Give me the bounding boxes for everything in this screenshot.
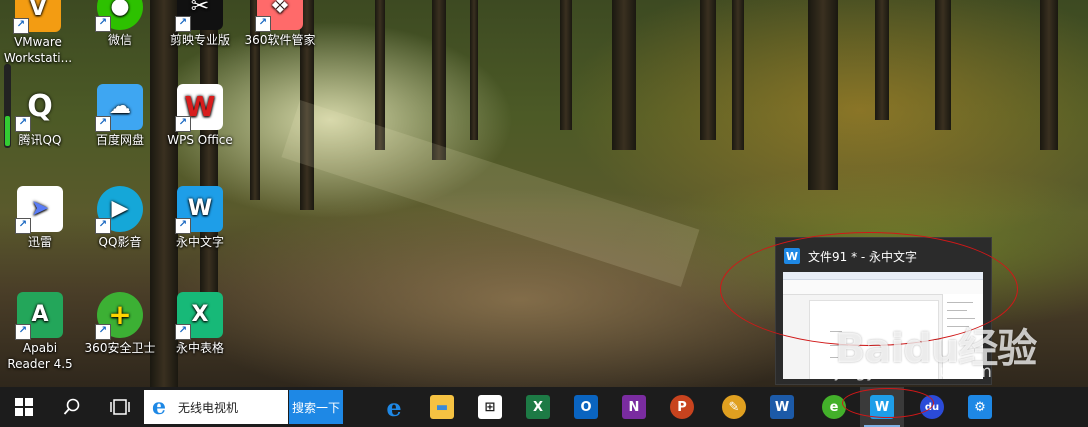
desktop-icon-label: 腾讯QQ <box>18 133 62 147</box>
search-icon <box>63 398 80 415</box>
taskbar-app-outlook[interactable]: O <box>564 387 608 427</box>
edge-icon: e <box>386 392 402 422</box>
desktop-icon-label: 永中表格 <box>175 341 224 355</box>
taskbar-app-store[interactable]: ⊞ <box>468 387 512 427</box>
desktop-icon-label: 微信 <box>107 33 132 47</box>
yozo-writer-icon: W ↗ <box>175 186 223 234</box>
desktop-icon-label: QQ影音 <box>98 235 142 249</box>
taskbar-app-powerpoint[interactable]: P <box>660 387 704 427</box>
taskbar-app-onenote[interactable]: N <box>612 387 656 427</box>
paint-palette-icon: ✎ <box>722 395 746 419</box>
desktop-icon-label: 百度网盘 <box>95 133 144 147</box>
desktop-icon-label: VMware Workstati... <box>3 35 73 65</box>
taskbar-app-settings[interactable]: ⚙ <box>958 387 1002 427</box>
vmware-icon: V ↗ <box>13 0 61 34</box>
highlight-ellipse-taskbar <box>842 388 934 418</box>
desktop-icon-qq-player[interactable]: ▶ ↗ QQ影音 <box>84 186 156 250</box>
desktop-icon-360-software-manager[interactable]: ❖ ↗ 360软件管家 <box>244 0 316 48</box>
excel-icon: X <box>526 395 550 419</box>
desktop-icon-wps-office[interactable]: W ↗ WPS Office <box>164 84 236 148</box>
desktop-icon-label: 360安全卫士 <box>84 341 156 355</box>
360-security-icon: + ↗ <box>95 292 143 340</box>
folder-icon: ▬ <box>430 395 454 419</box>
desktop-icon-wechat[interactable]: ● ↗ 微信 <box>84 0 156 48</box>
watermark-url: jingyan.baidu.com <box>835 362 992 382</box>
wechat-icon: ● ↗ <box>95 0 143 32</box>
apabi-reader-icon: A ↗ <box>15 292 63 340</box>
taskbar-app-edge[interactable]: e <box>372 387 416 427</box>
desktop-icon-360-security[interactable]: + ↗ 360安全卫士 <box>84 292 156 356</box>
desktop-icon-qq[interactable]: Q ↗ 腾讯QQ <box>4 84 76 148</box>
gear-icon: ⚙ <box>968 395 992 419</box>
desktop-icon-label: 剪映专业版 <box>169 33 230 47</box>
powerpoint-icon: P <box>670 395 694 419</box>
search-submit-button[interactable]: 搜索一下 <box>289 390 343 424</box>
ie-browser-icon: e <box>152 394 166 420</box>
desktop-icon-label: 永中文字 <box>175 235 224 249</box>
360-software-manager-icon: ❖ ↗ <box>255 0 303 32</box>
desktop-icon-jianying[interactable]: ✂ ↗ 剪映专业版 <box>164 0 236 48</box>
outlook-icon: O <box>574 395 598 419</box>
desktop-icon-vmware[interactable]: V ↗ VMware Workstati... <box>2 0 74 66</box>
taskbar-app-paint[interactable]: ✎ <box>712 387 756 427</box>
word-icon: W <box>770 395 794 419</box>
desktop-icon-label: WPS Office <box>167 133 233 147</box>
browser-search-box[interactable]: e <box>144 390 288 424</box>
taskbar-app-excel[interactable]: X <box>516 387 560 427</box>
qq-player-icon: ▶ ↗ <box>95 186 143 234</box>
desktop-icon-label: Apabi Reader 4.5 <box>7 341 73 371</box>
task-view-icon <box>110 399 130 415</box>
desktop-icon-apabi-reader[interactable]: A ↗ Apabi Reader 4.5 <box>4 292 76 372</box>
search-button[interactable] <box>50 387 94 427</box>
desktop-icon-yozo-sheet[interactable]: X ↗ 永中表格 <box>164 292 236 356</box>
store-bag-icon: ⊞ <box>478 395 502 419</box>
desktop-icon-label: 360软件管家 <box>244 33 316 47</box>
search-input[interactable] <box>176 399 280 415</box>
qq-penguin-icon: Q ↗ <box>15 84 63 132</box>
task-view-button[interactable] <box>98 387 142 427</box>
desktop-icon-label: 迅雷 <box>27 235 52 249</box>
onenote-icon: N <box>622 395 646 419</box>
desktop-icon-yozo-writer[interactable]: W ↗ 永中文字 <box>164 186 236 250</box>
start-button[interactable] <box>2 387 46 427</box>
taskbar-app-file-explorer[interactable]: ▬ <box>420 387 464 427</box>
xunlei-icon: ➤ ↗ <box>15 186 63 234</box>
desktop-icon-xunlei[interactable]: ➤ ↗ 迅雷 <box>4 186 76 250</box>
wps-office-icon: W ↗ <box>175 84 223 132</box>
desktop-icon-baidu-netdisk[interactable]: ☁ ↗ 百度网盘 <box>84 84 156 148</box>
taskbar-app-word[interactable]: W <box>760 387 804 427</box>
yozo-sheet-icon: X ↗ <box>175 292 223 340</box>
jianying-icon: ✂ ↗ <box>175 0 223 32</box>
baidu-netdisk-icon: ☁ ↗ <box>95 84 143 132</box>
windows-logo-icon <box>15 398 33 416</box>
